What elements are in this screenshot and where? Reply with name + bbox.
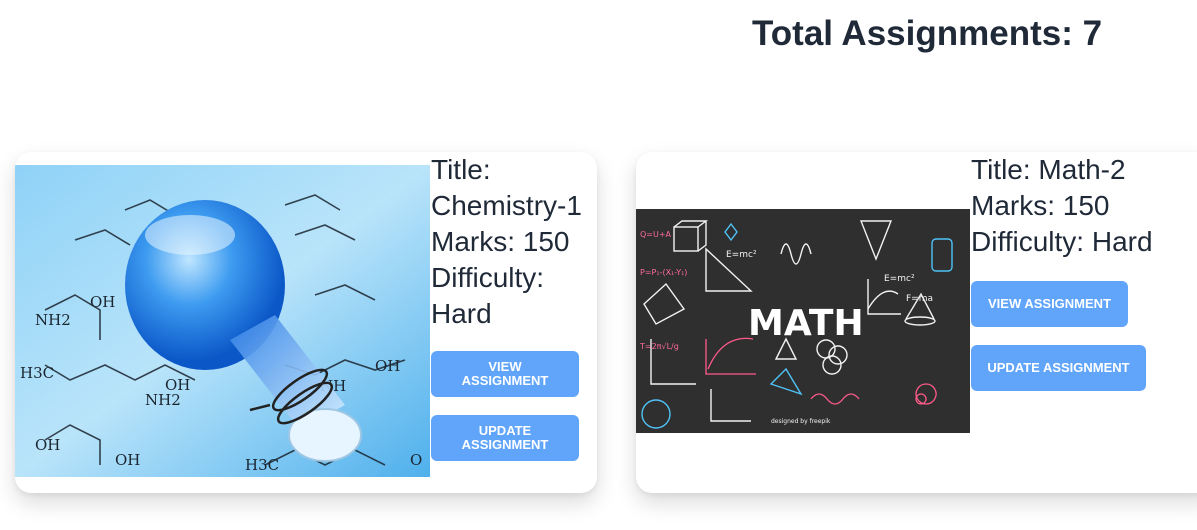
assignment-card: H3C OH NH2 OH NH OH OH H3C NH2 OH O Titl… — [15, 152, 597, 493]
svg-text:NH2: NH2 — [35, 311, 71, 329]
assignment-card: MATH E=mc² E=mc² F=ma designed by freepi… — [636, 152, 1197, 493]
svg-text:F=ma: F=ma — [906, 294, 933, 304]
assignment-difficulty: Difficulty: Hard — [971, 226, 1153, 257]
view-assignment-button[interactable]: VIEW ASSIGNMENT — [431, 351, 579, 397]
svg-text:T=2π√L/g: T=2π√L/g — [639, 342, 679, 351]
assignment-info: Title: Chemistry-1 Marks: 150 Difficulty… — [431, 152, 591, 461]
assignment-difficulty: Difficulty: Hard — [431, 262, 545, 329]
assignment-marks: Marks: 150 — [971, 190, 1110, 221]
update-assignment-button[interactable]: UPDATE ASSIGNMENT — [431, 415, 579, 461]
math-heading-text: MATH — [748, 303, 864, 344]
assignment-marks: Marks: 150 — [431, 226, 570, 257]
svg-text:H3C: H3C — [245, 456, 279, 474]
math-chalkboard-image: MATH E=mc² E=mc² F=ma designed by freepi… — [636, 209, 970, 433]
svg-text:Q=U+A: Q=U+A — [640, 230, 672, 239]
svg-text:E=mc²: E=mc² — [726, 250, 757, 260]
total-assignments-heading: Total Assignments: 7 — [752, 14, 1103, 53]
svg-text:P=P₁-(X₁-Y₁): P=P₁-(X₁-Y₁) — [640, 268, 687, 277]
svg-text:E=mc²: E=mc² — [884, 274, 915, 284]
svg-text:OH: OH — [35, 436, 60, 454]
svg-text:designed by freepik: designed by freepik — [771, 418, 831, 425]
svg-text:OH: OH — [115, 451, 140, 469]
assignment-thumbnail: MATH E=mc² E=mc² F=ma designed by freepi… — [636, 209, 970, 433]
assignment-title: Title: Math-2 — [971, 154, 1126, 185]
chemistry-flask-image: H3C OH NH2 OH NH OH OH H3C NH2 OH O — [15, 165, 430, 477]
update-assignment-button[interactable]: UPDATE ASSIGNMENT — [971, 345, 1146, 391]
assignment-info: Title: Math-2 Marks: 150 Difficulty: Har… — [971, 152, 1197, 391]
assignment-thumbnail: H3C OH NH2 OH NH OH OH H3C NH2 OH O — [15, 165, 430, 477]
assignment-title: Title: Chemistry-1 — [431, 154, 582, 221]
svg-text:OH: OH — [375, 357, 400, 375]
svg-text:OH: OH — [90, 293, 115, 311]
svg-text:O: O — [410, 451, 422, 469]
svg-text:H3C: H3C — [20, 364, 54, 382]
view-assignment-button[interactable]: VIEW ASSIGNMENT — [971, 281, 1128, 327]
svg-text:NH2: NH2 — [145, 391, 181, 409]
